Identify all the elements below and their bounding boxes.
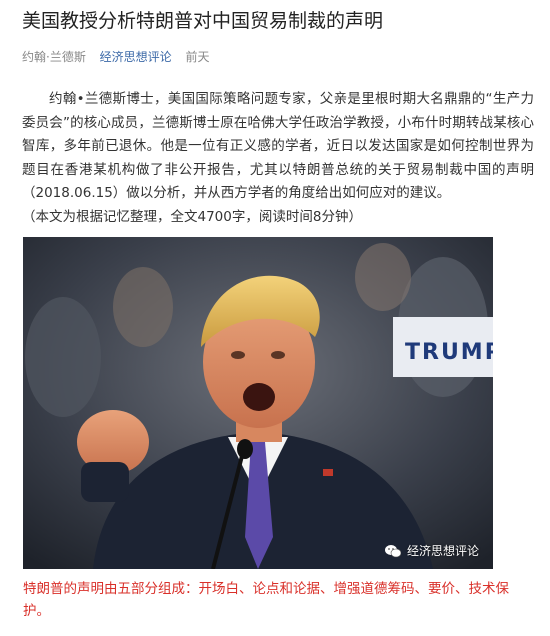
publish-time: 前天 — [185, 50, 210, 64]
photo-watermark: 经济思想评论 — [384, 542, 479, 559]
watermark-label: 经济思想评论 — [406, 544, 479, 558]
wechat-icon — [384, 544, 401, 557]
photo-illustration: TRUMP — [23, 237, 493, 569]
source-link[interactable]: 经济思想评论 — [100, 50, 172, 64]
article-meta: 约翰·兰德斯 经济思想评论 前天 — [22, 49, 220, 65]
photo-caption: 特朗普的声明由五部分组成：开场白、论点和论据、增强道德筹码、要价、技术保护。 — [23, 581, 509, 619]
author-name[interactable]: 约翰·兰德斯 — [22, 50, 86, 64]
article-body: 约翰•兰德斯博士，美国国际策略问题专家，父亲是里根时期大名鼎鼎的“生产力委员会”… — [22, 88, 534, 229]
campaign-sign-text: TRUMP — [405, 340, 493, 365]
intro-paragraph: 约翰•兰德斯博士，美国国际策略问题专家，父亲是里根时期大名鼎鼎的“生产力委员会”… — [22, 91, 534, 201]
article-title: 美国教授分析特朗普对中国贸易制裁的声明 — [22, 10, 384, 32]
article-photo[interactable]: TRUMP 经济思想评论 — [23, 237, 493, 569]
reading-note: （本文为根据记忆整理，全文4700字，阅读时间8分钟） — [22, 208, 362, 225]
